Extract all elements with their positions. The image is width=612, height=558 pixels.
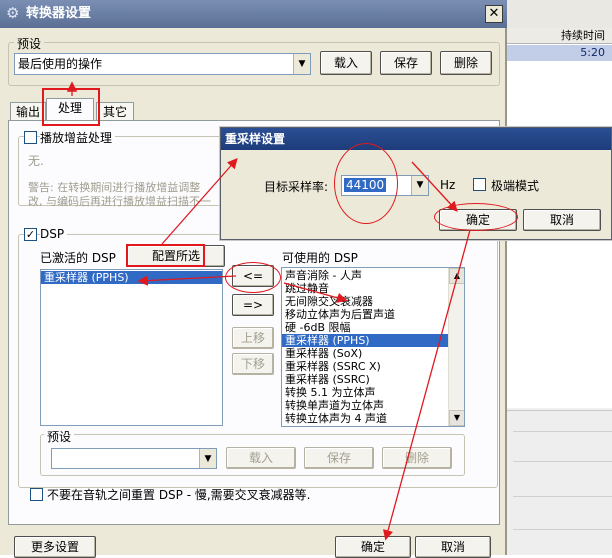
dsp-preset-save-button[interactable]: 保存	[304, 447, 374, 469]
active-dsp-list[interactable]: 重采样器 (PPHS)	[40, 269, 223, 426]
scroll-down-icon[interactable]: ▼	[449, 410, 464, 426]
list-item[interactable]: 重采样器 (SSRC X)	[282, 360, 464, 373]
duration-column-header[interactable]: 持续时间	[506, 28, 612, 44]
resampler-titlebar[interactable]: 重采样设置	[221, 128, 611, 150]
replaygain-mode: 无.	[28, 154, 44, 168]
move-down-button[interactable]: 下移	[232, 353, 274, 375]
replaygain-checkbox[interactable]	[24, 131, 37, 144]
remove-dsp-button[interactable]: =>	[232, 294, 274, 316]
list-item[interactable]: 转换立体声为 4 声道	[282, 412, 464, 425]
active-dsp-label: 已激活的 DSP	[40, 251, 116, 265]
move-up-button[interactable]: 上移	[232, 327, 274, 349]
replaygain-label: 播放增益处理	[40, 129, 116, 146]
list-item[interactable]: 转换单声道为立体声	[282, 399, 464, 412]
preset-load-button[interactable]: 载入	[320, 51, 372, 75]
list-item[interactable]: 硬 -6dB 限幅	[282, 321, 464, 334]
highlight-add-button	[225, 262, 281, 293]
dsp-preset-load-button[interactable]: 载入	[226, 447, 296, 469]
preset-combo-value: 最后使用的操作	[18, 57, 103, 71]
background-app: 持续时间 5:20	[505, 0, 612, 555]
tab-output[interactable]: 输出	[10, 102, 46, 121]
chevron-down-icon[interactable]: ▼	[411, 176, 428, 195]
preset-combo[interactable]: 最后使用的操作 ▼	[14, 53, 311, 75]
no-reset-dsp-checkbox[interactable]	[30, 488, 43, 501]
close-button[interactable]: ✕	[485, 5, 503, 23]
extreme-mode-checkbox[interactable]	[473, 178, 486, 191]
available-list-scrollbar[interactable]: ▲ ▼	[448, 268, 464, 426]
available-dsp-items: 声音消除 - 人声 跳过静音 无间隙交叉衰减器 移动立体声为后置声道 硬 -6d…	[282, 268, 464, 425]
list-item[interactable]: 移动立体声为后置声道	[282, 308, 464, 321]
target-rate-label: 目标采样率:	[264, 180, 329, 194]
highlight-resampler-ok	[434, 203, 518, 231]
no-reset-dsp-label: 不要在音轨之间重置 DSP - 慢,需要交叉衰减器等.	[47, 488, 311, 502]
preset-delete-button[interactable]: 删除	[440, 51, 492, 75]
list-item[interactable]: 无间隙交叉衰减器	[282, 295, 464, 308]
list-item[interactable]: 转换 5.1 为立体声	[282, 386, 464, 399]
highlight-processing-tab	[42, 88, 100, 126]
sample-rate-unit: Hz	[440, 178, 456, 192]
active-dsp-item[interactable]: 重采样器 (PPHS)	[41, 271, 222, 284]
resampler-cancel-button[interactable]: 取消	[523, 209, 601, 231]
resampler-settings-dialog: 重采样设置 目标采样率: 44100 ▼ Hz 极端模式 确定 取消	[220, 127, 612, 240]
dsp-checkbox[interactable]: ✓	[24, 228, 37, 241]
chevron-down-icon[interactable]: ▼	[199, 449, 216, 468]
highlight-sample-rate	[334, 143, 398, 224]
dsp-preset-label: 预设	[44, 428, 75, 445]
available-dsp-label: 可使用的 DSP	[282, 251, 358, 265]
available-dsp-list[interactable]: 声音消除 - 人声 跳过静音 无间隙交叉衰减器 移动立体声为后置声道 硬 -6d…	[281, 267, 465, 427]
background-toolbar	[505, 0, 612, 28]
list-item[interactable]: 跳过静音	[282, 282, 464, 295]
dsp-label: DSP	[40, 227, 68, 241]
scroll-up-icon[interactable]: ▲	[449, 268, 464, 284]
background-lower-panel	[505, 410, 612, 555]
dialog-titlebar[interactable]: ⚙ 转换器设置	[0, 0, 507, 28]
preset-group-label: 预设	[14, 35, 45, 52]
list-item[interactable]: 重采样器 (SSRC)	[282, 373, 464, 386]
highlight-configure-button	[126, 244, 205, 267]
preset-save-button[interactable]: 保存	[380, 51, 432, 75]
replaygain-warning-2: 改, 与编码后再进行播放增益扫描不一	[28, 195, 211, 208]
dsp-preset-delete-button[interactable]: 删除	[382, 447, 452, 469]
dialog-title: 转换器设置	[26, 6, 92, 21]
dsp-preset-combo[interactable]: ▼	[51, 448, 217, 469]
chevron-down-icon[interactable]: ▼	[293, 54, 310, 74]
list-item[interactable]: 重采样器 (SoX)	[282, 347, 464, 360]
list-item-selected[interactable]: 重采样器 (PPHS)	[282, 334, 448, 347]
gear-icon: ⚙	[6, 4, 20, 22]
list-item[interactable]: 声音消除 - 人声	[282, 269, 464, 282]
tab-other[interactable]: 其它	[96, 102, 134, 121]
playlist-row-duration[interactable]: 5:20	[506, 45, 612, 61]
extreme-mode-label: 极端模式	[491, 179, 540, 193]
